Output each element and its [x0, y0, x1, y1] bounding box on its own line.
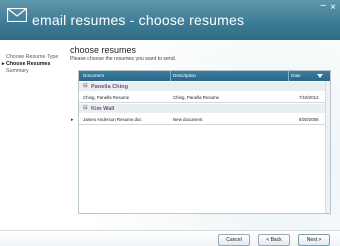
page-instructions: Please choose the resumes you want to se…	[70, 56, 177, 62]
next-button[interactable]: Next >	[298, 234, 330, 246]
group-row-kim-wall[interactable]: ⊟ Kim Wall	[79, 104, 330, 113]
page-heading: choose resumes	[70, 45, 137, 55]
cell-date: 7/19/2012	[299, 94, 319, 100]
column-header-date[interactable]: Date	[291, 73, 301, 78]
active-step-marker-icon: ▸	[2, 61, 5, 67]
nav-item-choose-resumes[interactable]: ▸ Choose Resumes	[2, 61, 51, 67]
column-divider	[170, 71, 171, 81]
resume-grid: Document Description Date ⊟ Panella Chin…	[78, 70, 331, 214]
sort-desc-icon[interactable]	[317, 74, 323, 79]
group-row-panella-ching[interactable]: ⊟ Panella Ching	[79, 82, 330, 91]
cell-document: James Anderson Resume.doc	[83, 116, 142, 122]
group-name: Panella Ching	[91, 83, 128, 90]
wizard-window: email resumes - choose resumes – × Choos…	[0, 0, 340, 246]
column-header-description[interactable]: Description	[173, 73, 196, 78]
current-row-marker-icon: ▸	[71, 117, 74, 123]
cancel-button[interactable]: Cancel	[218, 234, 250, 246]
minimize-button[interactable]: –	[320, 1, 326, 11]
wizard-footer: Cancel < Back Next >	[0, 230, 340, 246]
envelope-icon	[7, 8, 27, 22]
cell-description: Ching, Panella Resume	[173, 94, 220, 100]
grid-header: Document Description Date	[79, 71, 330, 81]
nav-item-summary[interactable]: Summary	[6, 68, 29, 74]
close-button[interactable]: ×	[330, 3, 336, 13]
wizard-steps-nav: Choose Resume Type ▸ Choose Resumes Summ…	[0, 40, 66, 230]
nav-item-label: Choose Resumes	[6, 61, 51, 67]
vertical-scrollbar[interactable]	[325, 81, 330, 213]
nav-item-choose-resume-type[interactable]: Choose Resume Type	[6, 54, 58, 60]
column-header-document[interactable]: Document	[83, 73, 104, 78]
main-panel: choose resumes Please choose the resumes…	[66, 40, 340, 230]
cell-date: 9/20/2006	[299, 116, 319, 122]
back-button[interactable]: < Back	[258, 234, 290, 246]
collapse-icon[interactable]: ⊟	[83, 83, 88, 89]
window-title: email resumes - choose resumes	[32, 12, 245, 28]
title-bar: email resumes - choose resumes – ×	[0, 0, 340, 40]
group-name: Kim Wall	[91, 105, 115, 112]
column-divider	[288, 71, 289, 81]
table-row[interactable]: Ching, Panella Resume Ching, Panella Res…	[79, 92, 330, 103]
cell-description: New document	[173, 116, 203, 122]
table-row[interactable]: James Anderson Resume.doc New document 9…	[79, 114, 330, 125]
cell-document: Ching, Panella Resume	[83, 94, 130, 100]
collapse-icon[interactable]: ⊟	[83, 105, 88, 111]
